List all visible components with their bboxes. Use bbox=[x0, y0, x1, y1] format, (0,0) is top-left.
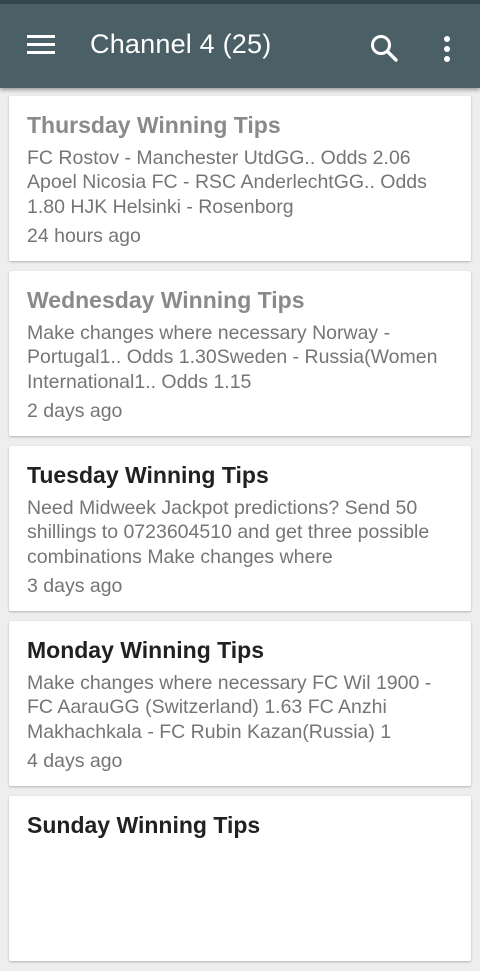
app-bar: Channel 4 (25) bbox=[0, 4, 480, 88]
hamburger-menu-icon[interactable] bbox=[27, 33, 57, 57]
post-title: Wednesday Winning Tips bbox=[27, 287, 305, 313]
post-timestamp: 2 days ago bbox=[27, 400, 123, 422]
post-card[interactable]: Wednesday Winning Tips Make changes wher… bbox=[9, 271, 471, 436]
post-title: Sunday Winning Tips bbox=[27, 812, 261, 838]
post-card[interactable]: Sunday Winning Tips bbox=[9, 796, 471, 961]
post-snippet: Make changes where necessary Norway - Po… bbox=[27, 322, 438, 393]
post-card[interactable]: Monday Winning Tips Make changes where n… bbox=[9, 621, 471, 786]
search-icon[interactable] bbox=[368, 32, 400, 64]
post-snippet: Make changes where necessary FC Wil 1900… bbox=[27, 672, 432, 743]
post-timestamp: 4 days ago bbox=[27, 750, 123, 772]
post-snippet bbox=[27, 846, 457, 919]
post-title: Monday Winning Tips bbox=[27, 637, 265, 663]
post-list: Thursday Winning Tips FC Rostov - Manche… bbox=[9, 96, 471, 971]
post-card[interactable]: Tuesday Winning Tips Need Midweek Jackpo… bbox=[9, 446, 471, 611]
post-snippet: Need Midweek Jackpot predictions? Send 5… bbox=[27, 497, 430, 568]
post-title: Thursday Winning Tips bbox=[27, 112, 281, 138]
post-timestamp: 3 days ago bbox=[27, 575, 123, 597]
post-title: Tuesday Winning Tips bbox=[27, 462, 269, 488]
post-snippet: FC Rostov - Manchester UtdGG.. Odds 2.06… bbox=[27, 147, 427, 218]
more-vert-icon[interactable] bbox=[438, 32, 456, 66]
page-title: Channel 4 (25) bbox=[90, 29, 272, 59]
post-timestamp: 24 hours ago bbox=[27, 225, 141, 247]
post-card[interactable]: Thursday Winning Tips FC Rostov - Manche… bbox=[9, 96, 471, 261]
